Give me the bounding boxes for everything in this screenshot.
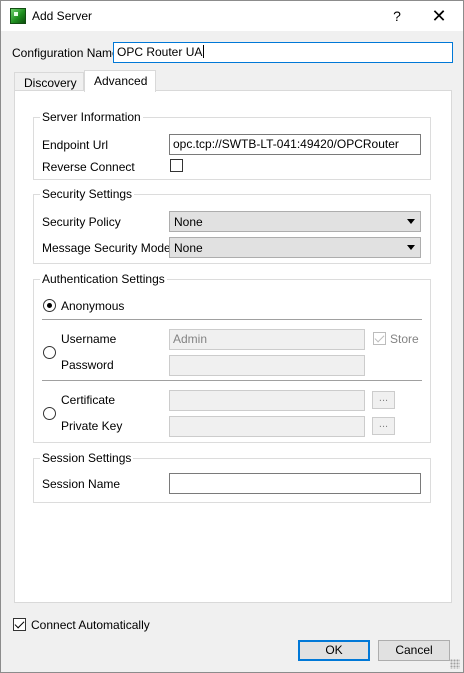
- server-information-title: Server Information: [40, 110, 143, 124]
- message-security-mode-value: None: [174, 241, 203, 255]
- close-button[interactable]: ✕: [417, 1, 461, 31]
- tab-discovery[interactable]: Discovery: [14, 72, 84, 91]
- security-policy-value: None: [174, 215, 203, 229]
- reverse-connect-label: Reverse Connect: [42, 160, 135, 174]
- text-caret: [203, 45, 205, 58]
- session-settings-title: Session Settings: [40, 451, 134, 465]
- resize-grip[interactable]: [450, 659, 460, 669]
- certificate-radio[interactable]: [43, 407, 56, 420]
- browse-certificate-button[interactable]: ...: [372, 391, 395, 409]
- security-policy-select[interactable]: None: [169, 211, 421, 232]
- app-icon: [10, 8, 26, 24]
- server-information-group: Server Information Endpoint Url opc.tcp:…: [33, 110, 431, 180]
- private-key-input[interactable]: [169, 416, 365, 437]
- password-label: Password: [61, 358, 114, 372]
- message-security-mode-select[interactable]: None: [169, 237, 421, 258]
- separator: [42, 380, 422, 381]
- security-policy-label: Security Policy: [42, 215, 121, 229]
- tab-advanced[interactable]: Advanced: [84, 70, 156, 92]
- security-settings-title: Security Settings: [40, 187, 135, 201]
- store-checkbox[interactable]: [373, 332, 386, 345]
- username-input[interactable]: Admin: [169, 329, 365, 350]
- private-key-label: Private Key: [61, 419, 123, 433]
- anonymous-radio[interactable]: [43, 299, 56, 312]
- title-bar[interactable]: Add Server ? ✕: [1, 1, 463, 31]
- add-server-dialog: Add Server ? ✕ Configuration Name OPC Ro…: [0, 0, 464, 673]
- endpoint-url-input[interactable]: opc.tcp://SWTB-LT-041:49420/OPCRouter: [169, 134, 421, 155]
- ok-button[interactable]: OK: [298, 640, 370, 661]
- chevron-down-icon: [407, 219, 415, 224]
- cancel-button[interactable]: Cancel: [378, 640, 450, 661]
- session-name-label: Session Name: [42, 477, 121, 491]
- password-input[interactable]: [169, 355, 365, 376]
- connect-automatically-checkbox[interactable]: [13, 618, 26, 631]
- certificate-input[interactable]: [169, 390, 365, 411]
- separator: [42, 319, 422, 320]
- tab-discovery-label: Discovery: [24, 76, 77, 90]
- anonymous-label: Anonymous: [61, 299, 125, 313]
- tab-advanced-label: Advanced: [94, 74, 148, 88]
- configuration-name-value: OPC Router UA: [117, 45, 203, 59]
- message-security-mode-label: Message Security Mode: [42, 241, 171, 255]
- authentication-settings-title: Authentication Settings: [40, 272, 167, 286]
- authentication-settings-group: Authentication Settings Anonymous Userna…: [33, 272, 431, 443]
- window-title: Add Server: [32, 9, 93, 23]
- reverse-connect-checkbox[interactable]: [170, 159, 183, 172]
- username-password-radio[interactable]: [43, 346, 56, 359]
- session-name-input[interactable]: [169, 473, 421, 494]
- security-settings-group: Security Settings Security Policy None M…: [33, 187, 431, 264]
- certificate-label: Certificate: [61, 393, 116, 407]
- configuration-name-label: Configuration Name: [12, 46, 119, 60]
- session-settings-group: Session Settings Session Name: [33, 451, 431, 503]
- browse-private-key-button[interactable]: ...: [372, 417, 395, 435]
- advanced-tab-panel: Server Information Endpoint Url opc.tcp:…: [14, 90, 452, 603]
- endpoint-url-label: Endpoint Url: [42, 138, 109, 152]
- help-button[interactable]: ?: [375, 1, 419, 31]
- configuration-name-input[interactable]: OPC Router UA: [113, 42, 453, 63]
- username-label: Username: [61, 332, 117, 346]
- chevron-down-icon: [407, 245, 415, 250]
- connect-automatically-label: Connect Automatically: [31, 618, 150, 632]
- store-label: Store: [390, 332, 419, 346]
